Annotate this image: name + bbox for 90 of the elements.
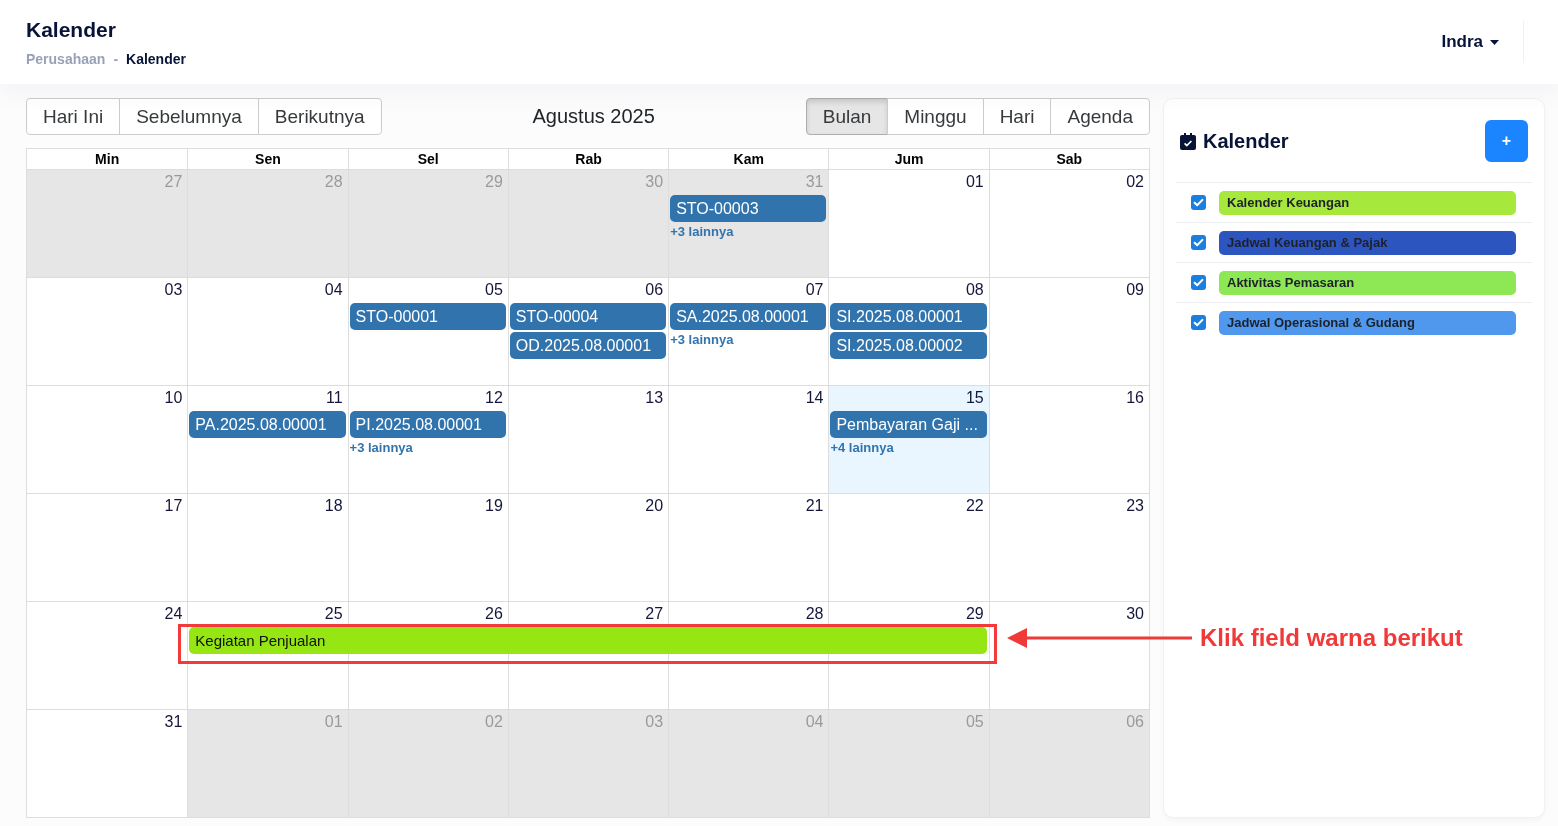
date-number: 09: [1126, 281, 1144, 299]
calendar-label: Kalender Keuangan: [1219, 190, 1516, 215]
date-number: 21: [805, 497, 824, 515]
date-number: 15: [965, 389, 984, 407]
checkbox[interactable]: [1191, 315, 1206, 330]
date-number: 31: [164, 713, 183, 731]
date-number: 16: [1126, 389, 1144, 407]
date-number: 05: [965, 713, 984, 731]
date-number: 14: [805, 389, 824, 407]
date-number: 20: [645, 497, 664, 515]
card-title: Kalender: [1203, 129, 1289, 153]
date-number: 18: [324, 497, 343, 515]
date-number: 11: [325, 389, 343, 407]
date-number: 06: [1126, 713, 1144, 731]
date-number: 23: [1126, 497, 1144, 515]
calendar-check-icon: [1180, 132, 1196, 150]
date-number: 06: [645, 281, 664, 299]
checkbox[interactable]: [1191, 235, 1206, 250]
breadcrumb-separator: -: [113, 50, 119, 67]
calendar-event[interactable]: PI.2025.08.00001: [349, 411, 506, 438]
date-number: 28: [805, 605, 824, 623]
month-label: Agustus 2025: [531, 105, 656, 128]
show-more-link[interactable]: +3 lainnya: [670, 224, 734, 240]
date-number: 13: [645, 389, 664, 407]
calendar-event[interactable]: STO-00001: [349, 303, 506, 330]
date-number: 03: [164, 281, 183, 299]
date-number: 02: [1126, 173, 1144, 191]
date-number: 02: [485, 713, 503, 731]
toolbar-button[interactable]: Hari Ini: [26, 98, 121, 135]
date-number: 07: [805, 281, 824, 299]
date-number: 27: [164, 173, 183, 191]
calendar-event[interactable]: OD.2025.08.00001: [509, 332, 667, 359]
date-number: 08: [965, 281, 984, 299]
calendar-event[interactable]: STO-00004: [509, 303, 667, 330]
weekday-header: Kam: [668, 149, 829, 169]
date-number: 12: [485, 389, 503, 407]
date-number: 17: [164, 497, 183, 515]
date-number: 22: [965, 497, 984, 515]
date-number: 30: [1126, 605, 1144, 623]
date-number: 27: [645, 605, 664, 623]
weekday-header: Sel: [347, 149, 508, 169]
add-calendar-button[interactable]: +: [1485, 120, 1528, 162]
annotation-text: Klik field warna berikut: [1200, 624, 1463, 652]
breadcrumb-current: Kalender: [126, 50, 186, 67]
date-number: 29: [965, 605, 984, 623]
date-number: 29: [485, 173, 503, 191]
page-title: Kalender: [26, 17, 117, 42]
calendar-event[interactable]: SI.2025.08.00001: [830, 303, 987, 330]
date-number: 01: [965, 173, 984, 191]
date-number: 03: [645, 713, 664, 731]
weekday-header: Rab: [507, 149, 669, 169]
show-more-link[interactable]: +4 lainnya: [830, 440, 894, 456]
view-tab[interactable]: Agenda: [1050, 98, 1150, 135]
calendar-label: Jadwal Keuangan & Pajak: [1219, 230, 1516, 255]
calendar-event[interactable]: SA.2025.08.00001: [670, 303, 827, 330]
weekday-header: Sab: [988, 149, 1149, 169]
date-number: 24: [164, 605, 183, 623]
breadcrumb-link[interactable]: Perusahaan: [26, 50, 106, 67]
weekday-header: Min: [94, 150, 121, 169]
calendar-event[interactable]: Pembayaran Gaji ...: [830, 411, 987, 438]
view-tab[interactable]: Minggu: [887, 98, 984, 135]
date-number: 05: [485, 281, 503, 299]
date-number: 25: [324, 605, 343, 623]
calendar-label: Jadwal Operasional & Gudang: [1219, 310, 1516, 335]
toolbar-button[interactable]: Sebelumnya: [119, 98, 259, 135]
date-number: 26: [485, 605, 503, 623]
date-number: 31: [805, 173, 824, 191]
toolbar-button[interactable]: Berikutnya: [257, 98, 382, 135]
weekday-header: Jum: [828, 149, 989, 169]
checkbox[interactable]: [1191, 275, 1206, 290]
checkbox[interactable]: [1191, 195, 1206, 210]
date-number: 04: [805, 713, 824, 731]
weekday-header: Sen: [187, 149, 348, 169]
calendar-event[interactable]: PA.2025.08.00001: [189, 411, 346, 438]
date-number: 10: [164, 389, 183, 407]
show-more-link[interactable]: +3 lainnya: [349, 440, 413, 456]
date-number: 19: [485, 497, 503, 515]
show-more-link[interactable]: +3 lainnya: [670, 332, 734, 348]
calendar-event[interactable]: Kegiatan Penjualan: [189, 627, 987, 654]
view-tab[interactable]: Hari: [982, 98, 1052, 135]
date-number: 01: [324, 713, 343, 731]
calendar-event[interactable]: SI.2025.08.00002: [830, 332, 987, 359]
calendar-event[interactable]: STO-00003: [670, 195, 827, 222]
date-number: 28: [324, 173, 343, 191]
date-number: 04: [324, 281, 343, 299]
calendar-label: Aktivitas Pemasaran: [1219, 270, 1516, 295]
date-number: 30: [645, 173, 664, 191]
caret-icon: [1490, 39, 1499, 45]
user-menu-button[interactable]: Indra: [1441, 32, 1499, 52]
view-tab[interactable]: Bulan: [805, 98, 889, 135]
